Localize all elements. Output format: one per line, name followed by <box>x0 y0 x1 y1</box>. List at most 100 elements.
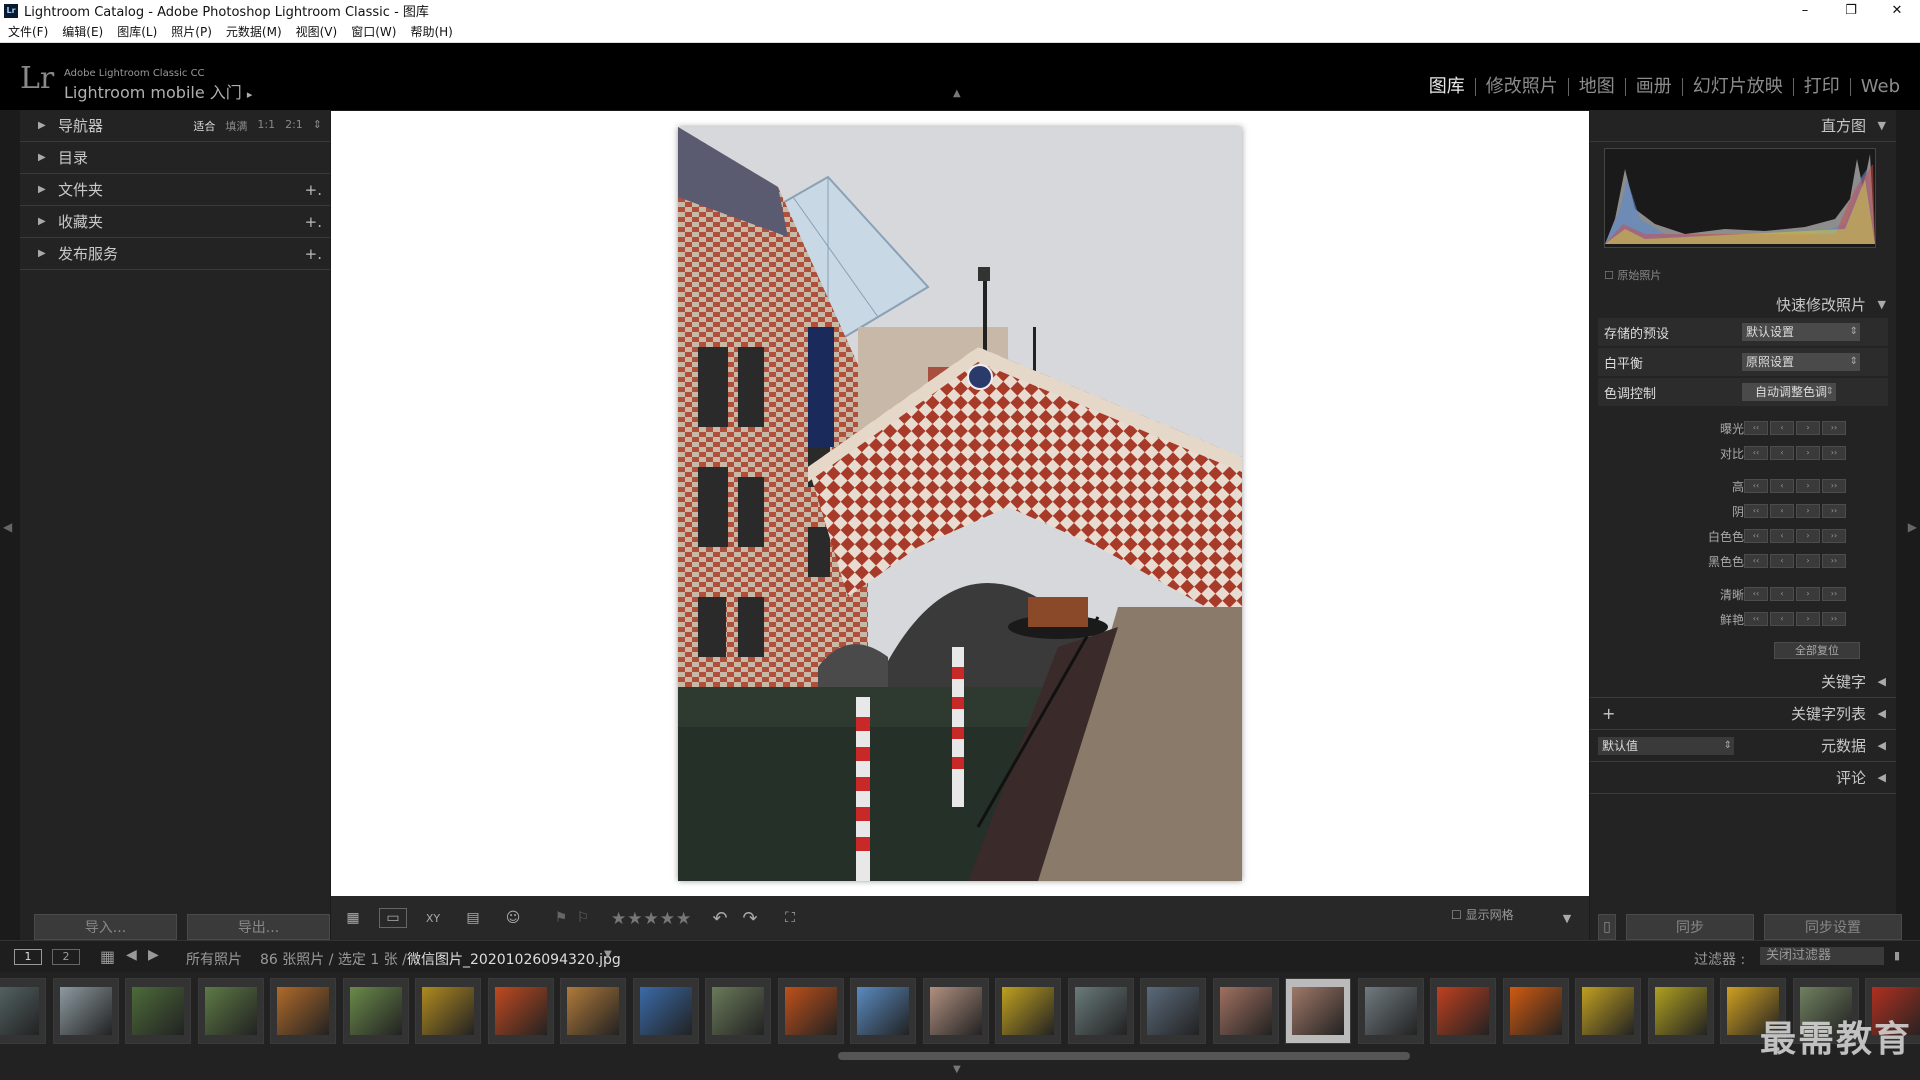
filmstrip-thumbnail[interactable] <box>560 978 626 1044</box>
saved-preset-select[interactable]: 默认设置 <box>1742 323 1860 341</box>
star-rating[interactable]: ★★★★★ <box>611 909 692 929</box>
zoom-fill[interactable]: 填满 <box>225 118 247 134</box>
decrease-small-button[interactable]: ‹ <box>1770 587 1794 601</box>
module-library[interactable]: 图库 <box>1419 78 1475 96</box>
increase-large-button[interactable]: ›› <box>1822 479 1846 493</box>
decrease-small-button[interactable]: ‹ <box>1770 446 1794 460</box>
zoom-1-1[interactable]: 1:1 <box>257 118 275 134</box>
compare-view-icon[interactable]: XY <box>419 908 447 928</box>
navigator-panel-header[interactable]: ▶ 导航器 适合 填满 1:1 2:1 ⇕ <box>20 110 330 142</box>
filmstrip-thumbnail[interactable] <box>125 978 191 1044</box>
module-book[interactable]: 画册 <box>1624 78 1682 96</box>
increase-small-button[interactable]: › <box>1796 421 1820 435</box>
survey-view-icon[interactable]: ▤ <box>459 908 487 928</box>
filter-select[interactable]: 关闭过滤器 <box>1760 947 1884 965</box>
maximize-icon[interactable]: ❐ <box>1828 0 1874 21</box>
show-grid-toggle[interactable]: ☐ 显示网格 <box>1451 906 1514 923</box>
folders-panel-header[interactable]: ▶ 文件夹 +. <box>20 174 330 206</box>
reset-all-button[interactable]: 全部复位 <box>1774 642 1860 659</box>
filmstrip-thumbnail[interactable] <box>1430 978 1496 1044</box>
decrease-small-button[interactable]: ‹ <box>1770 421 1794 435</box>
increase-large-button[interactable]: ›› <box>1822 554 1846 568</box>
toolbar-menu-chevron-down-icon[interactable]: ▼ <box>1557 908 1577 928</box>
increase-small-button[interactable]: › <box>1796 446 1820 460</box>
bottom-panel-toggle-icon[interactable]: ▼ <box>953 1064 961 1075</box>
increase-large-button[interactable]: ›› <box>1822 421 1846 435</box>
zoom-stepper-icon[interactable]: ⇕ <box>313 118 322 134</box>
module-develop[interactable]: 修改照片 <box>1474 78 1568 96</box>
collections-panel-header[interactable]: ▶ 收藏夹 +. <box>20 206 330 238</box>
filmstrip-thumbnail[interactable] <box>705 978 771 1044</box>
increase-small-button[interactable]: › <box>1796 529 1820 543</box>
filmstrip-thumbnail[interactable] <box>1502 978 1569 1044</box>
sync-settings-button[interactable]: 同步设置 <box>1764 914 1902 940</box>
filmstrip-thumbnail[interactable] <box>632 978 699 1044</box>
menu-view[interactable]: 视图(V) <box>296 23 338 40</box>
filmstrip-thumbnail[interactable] <box>777 978 844 1044</box>
decrease-large-button[interactable]: ‹‹ <box>1744 554 1768 568</box>
decrease-large-button[interactable]: ‹‹ <box>1744 612 1768 626</box>
zoom-fit[interactable]: 适合 <box>193 118 215 134</box>
sync-toggle-icon[interactable]: ▯ <box>1598 914 1616 940</box>
filter-lock-icon[interactable]: ▮ <box>1894 949 1900 962</box>
add-publish-service-icon[interactable]: +. <box>305 245 322 263</box>
filmstrip-thumbnail[interactable] <box>1067 978 1134 1044</box>
secondary-window-button[interactable]: 2 <box>52 949 80 965</box>
filmstrip-thumbnail[interactable] <box>1140 978 1206 1044</box>
metadata-panel-header[interactable]: 默认值 元数据 ◀ <box>1590 730 1896 762</box>
flag-pick-icon[interactable]: ⚑ <box>553 908 569 928</box>
top-panel-toggle-icon[interactable]: ▲ <box>953 88 961 99</box>
add-collection-icon[interactable]: +. <box>305 213 322 231</box>
grid-icon[interactable]: ▦ <box>100 947 115 966</box>
current-filename[interactable]: 微信图片_20201026094320.jpg <box>407 949 621 969</box>
add-folder-icon[interactable]: +. <box>305 181 322 199</box>
filmstrip-thumbnail[interactable] <box>1357 978 1424 1044</box>
menu-metadata[interactable]: 元数据(M) <box>226 23 282 40</box>
rotate-left-icon[interactable]: ↶ <box>709 908 731 929</box>
filmstrip-thumbnail[interactable] <box>0 978 46 1044</box>
original-photo-toggle[interactable]: ☐ 原始照片 <box>1604 267 1661 283</box>
menu-window[interactable]: 窗口(W) <box>351 23 396 40</box>
sync-button[interactable]: 同步 <box>1626 914 1754 940</box>
filmstrip-thumbnail[interactable] <box>1212 978 1279 1044</box>
menu-edit[interactable]: 编辑(E) <box>62 23 103 40</box>
decrease-small-button[interactable]: ‹ <box>1770 479 1794 493</box>
decrease-large-button[interactable]: ‹‹ <box>1744 479 1768 493</box>
catalog-panel-header[interactable]: ▶ 目录 <box>20 142 330 174</box>
histogram-display[interactable] <box>1604 148 1876 248</box>
menu-file[interactable]: 文件(F) <box>8 23 48 40</box>
filmstrip-thumbnail[interactable] <box>995 978 1061 1044</box>
decrease-large-button[interactable]: ‹‹ <box>1744 587 1768 601</box>
mobile-intro-link[interactable]: Lightroom mobile 入门 ▸ <box>64 79 252 103</box>
filmstrip-thumbnail[interactable] <box>197 978 264 1044</box>
increase-large-button[interactable]: ›› <box>1822 587 1846 601</box>
increase-small-button[interactable]: › <box>1796 554 1820 568</box>
forward-arrow-icon[interactable]: ▶ <box>148 947 159 963</box>
increase-large-button[interactable]: ›› <box>1822 529 1846 543</box>
filmstrip-thumbnail[interactable] <box>850 978 916 1044</box>
flag-reject-icon[interactable]: ⚐ <box>575 908 591 928</box>
close-icon[interactable]: ✕ <box>1874 0 1920 21</box>
filmstrip-thumbnail[interactable] <box>415 978 481 1044</box>
decrease-small-button[interactable]: ‹ <box>1770 554 1794 568</box>
increase-large-button[interactable]: ›› <box>1822 612 1846 626</box>
people-view-icon[interactable]: ☺ <box>499 908 527 928</box>
rotate-right-icon[interactable]: ↷ <box>739 908 761 929</box>
filmstrip-thumbnail[interactable] <box>270 978 336 1044</box>
decrease-large-button[interactable]: ‹‹ <box>1744 446 1768 460</box>
grid-view-icon[interactable]: ▦ <box>339 908 367 928</box>
menu-help[interactable]: 帮助(H) <box>410 23 452 40</box>
loupe-photo[interactable] <box>678 127 1242 881</box>
increase-small-button[interactable]: › <box>1796 504 1820 518</box>
left-panel-toggle-icon[interactable]: ◀ <box>3 520 12 534</box>
histogram-panel-header[interactable]: 直方图 ▼ <box>1590 110 1896 142</box>
primary-window-button[interactable]: 1 <box>14 949 42 965</box>
increase-small-button[interactable]: › <box>1796 587 1820 601</box>
metadata-preset-select[interactable]: 默认值 <box>1598 737 1734 755</box>
quick-develop-panel-header[interactable]: 快速修改照片 ▼ <box>1590 288 1896 320</box>
publish-services-panel-header[interactable]: ▶ 发布服务 +. <box>20 238 330 270</box>
decrease-large-button[interactable]: ‹‹ <box>1744 529 1768 543</box>
import-button[interactable]: 导入... <box>34 914 177 940</box>
filmstrip-scrollbar[interactable] <box>838 1052 1410 1060</box>
menu-library[interactable]: 图库(L) <box>117 23 157 40</box>
